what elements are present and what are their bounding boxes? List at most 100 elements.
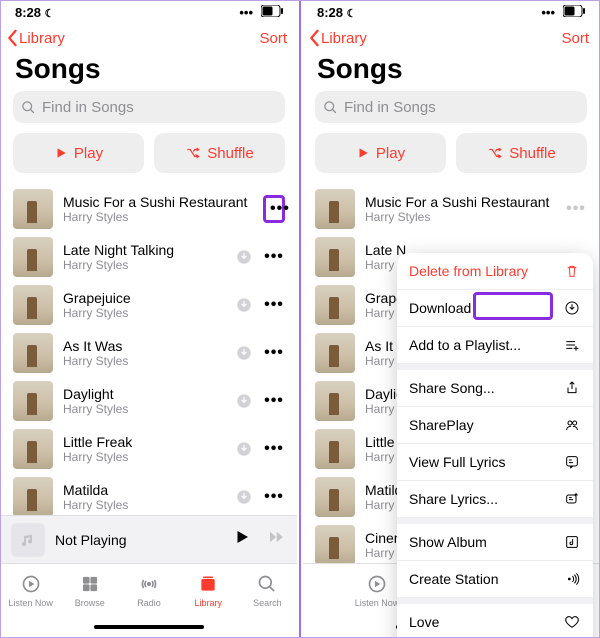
play-control-icon[interactable]	[233, 528, 251, 551]
more-button[interactable]: •••	[565, 200, 587, 218]
tab-search[interactable]: Search	[238, 564, 297, 617]
cell-signal-icon: •••	[541, 5, 555, 20]
more-button[interactable]: •••	[263, 195, 285, 223]
song-row[interactable]: As It WasHarry Styles•••	[1, 329, 297, 377]
tab-browse[interactable]: Browse	[60, 564, 119, 617]
back-button[interactable]: Library	[307, 29, 367, 47]
nav-bar: Library Sort	[1, 23, 297, 53]
menu-item-album[interactable]: Show Album	[397, 524, 593, 561]
album-art	[315, 429, 355, 469]
search-input[interactable]: Find in Songs	[13, 91, 285, 123]
tab-label: Browse	[75, 598, 105, 608]
song-meta: GrapejuiceHarry Styles	[63, 290, 225, 320]
song-row[interactable]: Late Night TalkingHarry Styles •••	[1, 233, 297, 281]
menu-item-share[interactable]: Share Song...	[397, 370, 593, 407]
song-meta: Late Night TalkingHarry Styles	[63, 242, 225, 272]
menu-item-download[interactable]: Download	[397, 290, 593, 327]
download-icon[interactable]	[235, 344, 253, 362]
status-time: 8:28	[15, 5, 41, 20]
search-placeholder: Find in Songs	[344, 99, 436, 116]
radio-icon	[138, 574, 160, 596]
song-title: Music For a Sushi Restaurant	[365, 194, 555, 210]
song-artist: Harry Styles	[63, 402, 225, 416]
back-label: Library	[19, 30, 65, 47]
menu-item-label: View Full Lyrics	[409, 454, 505, 470]
song-row[interactable]: Music For a Sushi RestaurantHarry Styles…	[303, 185, 599, 233]
song-artist: Harry Styles	[63, 210, 253, 224]
play-button[interactable]: Play	[13, 133, 144, 173]
more-button[interactable]: •••	[263, 344, 285, 362]
menu-item-shareplay[interactable]: SharePlay	[397, 407, 593, 444]
song-meta: Music For a Sushi RestaurantHarry Styles	[63, 194, 253, 224]
shuffle-button[interactable]: Shuffle	[154, 133, 285, 173]
menu-item-trash[interactable]: Delete from Library	[397, 253, 593, 290]
tab-label: Search	[253, 598, 282, 608]
now-playing-art	[11, 523, 45, 557]
status-time: 8:28	[317, 5, 343, 20]
menu-item-lyrics[interactable]: View Full Lyrics	[397, 444, 593, 481]
heart-icon	[563, 614, 581, 630]
search-input[interactable]: Find in Songs	[315, 91, 587, 123]
album-art	[13, 237, 53, 277]
album-art	[13, 285, 53, 325]
nav-bar: Library Sort	[303, 23, 599, 53]
menu-item-label: Delete from Library	[409, 263, 528, 279]
song-row[interactable]: Little FreakHarry Styles•••	[1, 425, 297, 473]
browse-icon	[79, 574, 101, 596]
more-button[interactable]: •••	[263, 248, 285, 266]
search-icon	[21, 100, 36, 115]
actions-row: Play Shuffle	[303, 133, 599, 185]
more-button[interactable]: •••	[263, 488, 285, 506]
forward-control-icon[interactable]	[265, 528, 287, 551]
more-button[interactable]: •••	[263, 440, 285, 458]
search-icon	[256, 574, 278, 596]
song-row[interactable]: DaylightHarry Styles•••	[1, 377, 297, 425]
album-art	[315, 285, 355, 325]
download-icon[interactable]	[235, 392, 253, 410]
album-art	[13, 477, 53, 515]
back-button[interactable]: Library	[5, 29, 65, 47]
more-button[interactable]: •••	[263, 296, 285, 314]
menu-item-heart[interactable]: Love	[397, 604, 593, 637]
menu-item-share-lyrics[interactable]: Share Lyrics...	[397, 481, 593, 518]
tab-listen-now[interactable]: Listen Now	[1, 564, 60, 617]
actions-row: Play Shuffle	[1, 133, 297, 185]
download-icon[interactable]	[235, 440, 253, 458]
page-title: Songs	[303, 53, 599, 91]
now-playing-bar[interactable]: Not Playing	[1, 515, 297, 563]
shuffle-icon	[487, 146, 503, 160]
album-art	[315, 525, 355, 565]
shuffle-label: Shuffle	[509, 145, 555, 162]
tab-label: Listen Now	[355, 598, 400, 608]
song-title: Late Night Talking	[63, 242, 225, 258]
listen-now-icon	[20, 574, 42, 596]
tab-radio[interactable]: Radio	[119, 564, 178, 617]
menu-item-label: Add to a Playlist...	[409, 337, 521, 353]
song-row[interactable]: Music For a Sushi RestaurantHarry Styles…	[1, 185, 297, 233]
song-row[interactable]: GrapejuiceHarry Styles •••	[1, 281, 297, 329]
song-title: As It Was	[63, 338, 225, 354]
download-icon[interactable]	[235, 248, 253, 266]
share-icon	[563, 380, 581, 396]
shuffle-label: Shuffle	[207, 145, 253, 162]
sort-button[interactable]: Sort	[259, 30, 287, 47]
library-icon	[197, 574, 219, 596]
sort-button[interactable]: Sort	[561, 30, 589, 47]
page-title: Songs	[1, 53, 297, 91]
shuffle-button[interactable]: Shuffle	[456, 133, 587, 173]
tab-library[interactable]: Library	[179, 564, 238, 617]
album-art	[315, 477, 355, 517]
play-button[interactable]: Play	[315, 133, 446, 173]
more-button[interactable]: •••	[263, 392, 285, 410]
song-row[interactable]: MatildaHarry Styles•••	[1, 473, 297, 515]
menu-item-playlist-add[interactable]: Add to a Playlist...	[397, 327, 593, 364]
download-icon[interactable]	[235, 488, 253, 506]
listen-now-icon	[366, 574, 388, 596]
album-art	[315, 333, 355, 373]
phone-left: 8:28 ☾ ••• Library Sort Songs Find in So…	[1, 1, 297, 637]
album-art	[315, 189, 355, 229]
cell-signal-icon: •••	[239, 5, 253, 20]
album-art	[13, 189, 53, 229]
download-icon[interactable]	[235, 296, 253, 314]
menu-item-station[interactable]: Create Station	[397, 561, 593, 598]
